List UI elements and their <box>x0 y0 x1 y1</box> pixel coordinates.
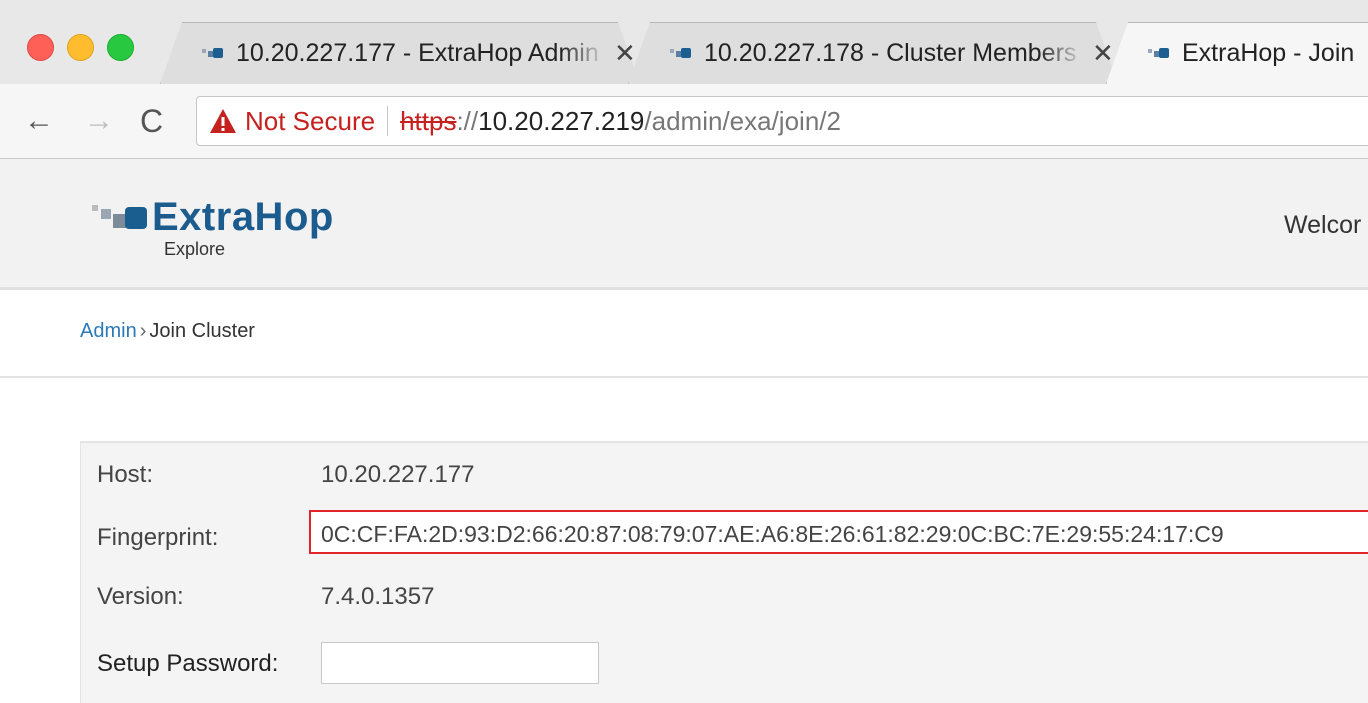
url-path: /admin/exa/join/2 <box>644 105 841 136</box>
tab-title: 10.20.227.177 - ExtraHop Admin <box>236 38 599 67</box>
tab-extrahop-join[interactable]: ExtraHop - Join <box>1106 22 1368 84</box>
host-value: 10.20.227.177 <box>321 461 475 488</box>
logo-name: ExtraHop <box>152 195 334 239</box>
extrahop-favicon-icon <box>1148 46 1170 60</box>
tab-extrahop-admin[interactable]: 10.20.227.177 - ExtraHop Admin ✕ <box>160 22 640 84</box>
logo-subtitle: Explore <box>164 239 226 259</box>
breadcrumb-current: Join Cluster <box>149 320 255 342</box>
url-text[interactable]: https://10.20.227.219/admin/exa/join/2 <box>400 106 841 137</box>
url-scheme: https <box>400 105 457 136</box>
maximize-window-button[interactable] <box>107 34 134 61</box>
warning-icon[interactable] <box>209 107 237 135</box>
section-divider <box>0 376 1368 378</box>
minimize-window-button[interactable] <box>67 34 94 61</box>
url-host: 10.20.227.219 <box>478 105 645 136</box>
reload-icon[interactable]: C <box>140 104 163 138</box>
tab-title: 10.20.227.178 - Cluster Members <box>704 38 1077 67</box>
extrahop-logo[interactable]: ExtraHop Explore <box>92 195 392 269</box>
host-label: Host: <box>97 461 154 488</box>
fingerprint-value: 0C:CF:FA:2D:93:D2:66:20:87:08:79:07:AE:A… <box>309 510 1368 554</box>
close-window-button[interactable] <box>27 34 54 61</box>
setup-password-label: Setup Password: <box>97 650 279 677</box>
address-divider <box>387 106 389 136</box>
breadcrumb: Admin › Join Cluster <box>80 320 255 343</box>
setup-password-input[interactable] <box>321 642 599 684</box>
extrahop-favicon-icon <box>202 46 224 60</box>
tab-title: ExtraHop - Join <box>1182 38 1355 67</box>
app-header: ExtraHop Explore Welcor <box>0 159 1368 290</box>
address-bar[interactable]: Not Secure https://10.20.227.219/admin/e… <box>196 96 1368 146</box>
fingerprint-label: Fingerprint: <box>97 524 219 551</box>
back-arrow-icon[interactable]: ← <box>24 104 54 138</box>
forward-arrow-icon[interactable]: → <box>84 104 114 138</box>
version-value: 7.4.0.1357 <box>321 583 435 610</box>
browser-tab-strip: 10.20.227.177 - ExtraHop Admin ✕ 10.20.2… <box>0 0 1368 88</box>
browser-toolbar: ← → C Not Secure https://10.20.227.219/a… <box>0 84 1368 159</box>
breadcrumb-separator: › <box>139 320 147 342</box>
tab-cluster-members[interactable]: 10.20.227.178 - Cluster Members ✕ <box>628 22 1118 84</box>
join-cluster-details: Host: 10.20.227.177 Fingerprint: 0C:CF:F… <box>80 441 1368 703</box>
welcome-text: Welcor <box>1284 211 1362 239</box>
extrahop-favicon-icon <box>670 46 692 60</box>
version-label: Version: <box>97 583 184 610</box>
breadcrumb-admin-link[interactable]: Admin <box>80 320 137 342</box>
security-status-label[interactable]: Not Secure <box>245 106 375 137</box>
url-scheme-separator: :// <box>456 105 479 136</box>
